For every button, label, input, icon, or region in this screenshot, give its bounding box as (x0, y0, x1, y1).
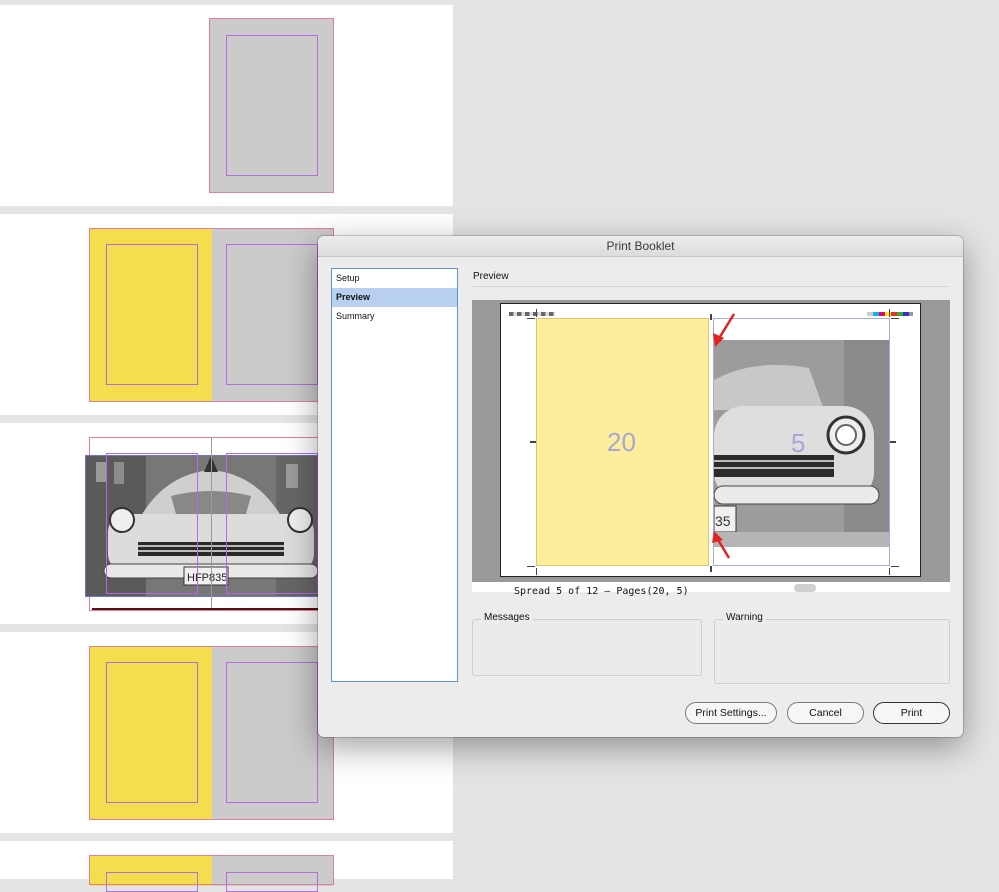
messages-box: Messages (472, 612, 702, 676)
margin-guide (226, 35, 318, 176)
messages-label: Messages (481, 612, 533, 623)
spread-caption: Spread 5 of 12 – Pages(20, 5) (514, 586, 689, 597)
annotation-arrows (712, 313, 736, 559)
print-button[interactable]: Print (873, 702, 950, 724)
margin-guide (106, 872, 198, 892)
margin-guide (226, 244, 318, 385)
spine-line (211, 437, 212, 611)
dialog-sidebar: Setup Preview Summary (331, 268, 458, 682)
preview-area: 20 35 5 (472, 300, 950, 582)
section-heading: Preview (473, 271, 509, 282)
heading-divider (473, 286, 949, 287)
bottom-rule (92, 608, 333, 610)
margin-guide (226, 662, 318, 803)
sidebar-item-summary[interactable]: Summary (332, 307, 457, 326)
margin-guide (106, 244, 198, 385)
warning-box: Warning (714, 612, 950, 684)
print-booklet-dialog: Print Booklet Setup Preview Summary Prev… (318, 236, 963, 737)
margin-guide (106, 662, 198, 803)
spread-panel-5 (0, 841, 453, 892)
preview-scroll-thumb[interactable] (794, 584, 816, 592)
margin-guide (106, 453, 198, 594)
margin-guide (226, 453, 318, 594)
sidebar-item-preview[interactable]: Preview (332, 288, 457, 307)
print-settings-button[interactable]: Print Settings... (685, 702, 777, 724)
dialog-title: Print Booklet (318, 236, 963, 257)
spread-panel-1 (0, 5, 453, 206)
sidebar-item-setup[interactable]: Setup (332, 269, 457, 288)
warning-label: Warning (723, 612, 766, 623)
cancel-button[interactable]: Cancel (787, 702, 864, 724)
margin-guide (226, 872, 318, 892)
